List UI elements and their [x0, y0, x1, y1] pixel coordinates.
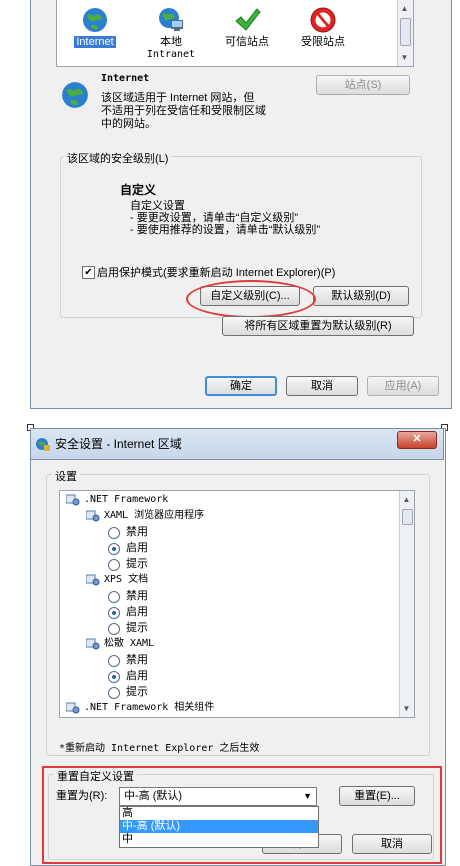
ok-button[interactable]: 确定	[205, 376, 277, 396]
tree-group-label: .NET Framework 相关组件	[84, 702, 215, 713]
close-icon[interactable]: ✕	[397, 431, 437, 449]
default-level-button[interactable]: 默认级别(D)	[313, 286, 409, 306]
apply-button[interactable]: 应用(A)	[367, 376, 439, 396]
zone-label: 本地	[160, 36, 182, 48]
radio-button[interactable]	[108, 623, 120, 635]
sites-button[interactable]: 站点(S)	[316, 75, 410, 95]
reset-to-label: 重置为(R):	[56, 790, 108, 802]
radio-button[interactable]	[108, 559, 120, 571]
radio-label: 启用	[126, 606, 148, 618]
scroll-down-icon[interactable]: ▼	[398, 51, 411, 64]
tree-subgroup-label: XPS 文档	[104, 574, 149, 585]
zone-trusted-sites[interactable]: 可信站点	[217, 2, 277, 48]
radio-button[interactable]	[108, 655, 120, 667]
ie-settings-icon	[36, 438, 50, 451]
globe-icon	[83, 8, 107, 32]
dialog-title: 安全设置 - Internet 区域	[55, 437, 182, 451]
radio-label: 提示	[126, 686, 148, 698]
radio-button[interactable]	[108, 607, 120, 619]
level-line: - 要使用推荐的设置，请单击“默认级别”	[130, 224, 321, 236]
settings-label: 设置	[52, 468, 80, 484]
restart-note: *重新启动 Internet Explorer 之后生效	[59, 743, 260, 754]
radio-label: 禁用	[126, 590, 148, 602]
scroll-up-icon[interactable]: ▲	[400, 493, 413, 506]
radio-button[interactable]	[108, 687, 120, 699]
zone-scrollbar[interactable]: ▲ ▼	[397, 0, 413, 66]
tree-group-label: .NET Framework	[84, 494, 169, 505]
cancel-button[interactable]: 取消	[286, 376, 358, 396]
settings-gear-icon	[66, 702, 80, 714]
reset-all-zones-button[interactable]: 将所有区域重置为默认级别(R)	[222, 316, 414, 336]
highlight-annotation	[186, 280, 316, 318]
level-title: 自定义	[120, 183, 157, 197]
zone-description-line: 该区域适用于 Internet 网站，但	[101, 92, 255, 104]
checkmark-icon	[235, 8, 261, 31]
internet-options-dialog: Internet 本地 Intranet 可信站点 受限站点 ▲ ▼ Inter…	[0, 0, 460, 412]
scroll-thumb[interactable]	[402, 509, 413, 525]
scroll-down-icon[interactable]: ▼	[400, 702, 413, 715]
dropdown-option-selected[interactable]: 中-高 (默认)	[120, 820, 318, 833]
zone-local-intranet[interactable]: 本地 Intranet	[141, 2, 201, 61]
radio-button[interactable]	[108, 527, 120, 539]
settings-gear-icon	[86, 510, 100, 522]
title-bar: 安全设置 - Internet 区域 ✕	[30, 428, 444, 460]
restricted-icon	[310, 7, 336, 33]
reset-button[interactable]: 重置(E)...	[339, 786, 415, 806]
tree-scrollbar[interactable]: ▲ ▼	[399, 491, 414, 717]
zone-label: Internet	[74, 36, 116, 48]
zone-label: 可信站点	[225, 36, 269, 48]
settings-gear-icon	[86, 574, 100, 586]
scroll-thumb[interactable]	[400, 18, 411, 46]
radio-label: 启用	[126, 670, 148, 682]
radio-label: 禁用	[126, 526, 148, 538]
reset-level-select[interactable]: 中-高 (默认) ▼	[119, 787, 317, 806]
radio-label: 提示	[126, 622, 148, 634]
zone-description-line: 不适用于列在受信任和受限制区域	[101, 105, 266, 117]
radio-label: 提示	[126, 558, 148, 570]
tree-subgroup-label: XAML 浏览器应用程序	[104, 510, 205, 521]
tree-subgroup-label: 带有清单的组件的权限	[104, 717, 204, 718]
scroll-up-icon[interactable]: ▲	[398, 2, 411, 15]
zone-list: Internet 本地 Intranet 可信站点 受限站点 ▲ ▼	[56, 0, 414, 67]
settings-gear-icon	[86, 638, 100, 650]
chevron-down-icon[interactable]: ▼	[303, 790, 312, 803]
reset-group-label: 重置自定义设置	[54, 768, 137, 784]
zone-sublabel: Intranet	[146, 49, 196, 60]
reset-level-dropdown: 高 中-高 (默认) 中	[119, 806, 319, 848]
tree-subgroup-label: 松散 XAML	[104, 638, 155, 649]
radio-button[interactable]	[108, 671, 120, 683]
dropdown-option[interactable]: 中	[120, 833, 318, 846]
radio-button[interactable]	[108, 591, 120, 603]
settings-tree: .NET Framework XAML 浏览器应用程序 禁用 启用 提示 XPS 文档 禁用…	[59, 490, 415, 718]
zone-internet[interactable]: Internet	[65, 2, 125, 48]
zone-label: 受限站点	[301, 36, 345, 48]
settings-gear-icon	[66, 494, 80, 506]
radio-button[interactable]	[108, 543, 120, 555]
zone-description-line: 中的网站。	[101, 118, 156, 130]
select-value: 中-高 (默认)	[124, 790, 183, 802]
globe-icon	[62, 82, 88, 108]
local-intranet-icon	[159, 8, 183, 31]
protected-mode-checkbox[interactable]: ✔	[82, 266, 95, 279]
radio-label: 禁用	[126, 654, 148, 666]
protected-mode-label: 启用保护模式(要求重新启动 Internet Explorer)(P)	[97, 267, 336, 279]
radio-label: 启用	[126, 542, 148, 554]
dropdown-option[interactable]: 高	[120, 807, 318, 820]
zone-title: Internet	[101, 73, 150, 84]
cancel-button[interactable]: 取消	[352, 834, 432, 854]
security-level-label: 该区域的安全级别(L)	[64, 150, 172, 166]
zone-restricted-sites[interactable]: 受限站点	[293, 2, 353, 48]
